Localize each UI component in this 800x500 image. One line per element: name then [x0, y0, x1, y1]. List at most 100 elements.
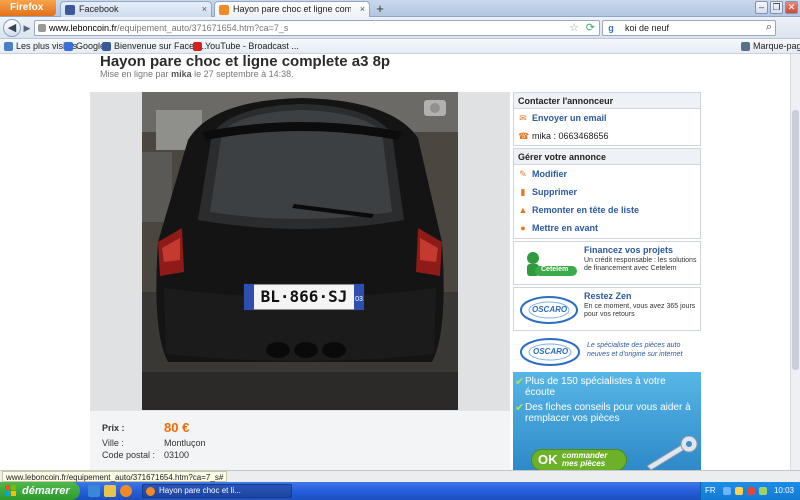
- google-icon: [64, 42, 73, 51]
- bookmark-facebook[interactable]: Bienvenue sur Faceb...: [102, 39, 207, 53]
- oscaro-banner[interactable]: OSCARO Le spécialiste des pièces auto ne…: [513, 334, 701, 370]
- bookmark-label: Marque-pages: [753, 41, 800, 51]
- send-email-link[interactable]: ✉ Envoyer un email: [514, 109, 700, 127]
- edit-ad-label: Modifier: [532, 169, 567, 179]
- url-path: /equipement_auto/371671654.htm?ca=7_s: [117, 23, 289, 33]
- tray-app-icon[interactable]: [759, 487, 767, 495]
- google-icon: g: [606, 23, 616, 33]
- new-tab-button[interactable]: +: [372, 2, 388, 16]
- leboncoin-icon: [219, 5, 229, 15]
- status-bar: www.leboncoin.fr/equipement_auto/3716716…: [0, 470, 800, 482]
- oscaro-logo-text: OSCARO: [532, 305, 568, 314]
- minimize-button[interactable]: –: [755, 1, 768, 14]
- windows-flag-icon: [5, 485, 16, 496]
- search-input[interactable]: g koi de neuf: [602, 20, 776, 36]
- url-domain: www.leboncoin.fr: [49, 23, 118, 33]
- price-label: Prix :: [102, 423, 125, 433]
- status-url: www.leboncoin.fr/equipement_auto/3716716…: [2, 471, 228, 482]
- manage-box: Gérer votre annonce ✎ Modifier ▮ Supprim…: [513, 148, 701, 239]
- promo-oscaro-zen[interactable]: OSCARO Restez Zen En ce moment, vous ave…: [513, 287, 701, 331]
- oscaro-tagline: Le spécialiste des pièces auto neuves et…: [587, 342, 683, 358]
- phone-number: mika : 0663468656: [532, 131, 609, 141]
- bookmarks-bar: Les plus visités Google Bienvenue sur Fa…: [0, 39, 800, 54]
- back-button[interactable]: ◀: [3, 19, 21, 37]
- delete-ad-link[interactable]: ▮ Supprimer: [514, 183, 700, 201]
- search-icon[interactable]: ⌕: [762, 21, 776, 35]
- tab-label: Facebook: [79, 4, 119, 14]
- bump-ad-label: Remonter en tête de liste: [532, 205, 640, 215]
- cetelem-text: Un crédit responsable : les solutions de…: [584, 257, 697, 272]
- navigation-bar: ◀ ▶ www.leboncoin.fr/equipement_auto/371…: [0, 17, 800, 39]
- restore-button[interactable]: ❐: [770, 1, 783, 14]
- contact-box: Contacter l'annonceur ✉ Envoyer un email…: [513, 92, 701, 146]
- oscaro-logo: OSCARO: [519, 294, 579, 326]
- phone-icon: ☎: [518, 131, 530, 141]
- facebook-icon: [65, 5, 75, 15]
- firefox-icon[interactable]: [120, 485, 132, 497]
- start-button[interactable]: démarrer: [0, 482, 80, 500]
- promo-cetelem[interactable]: Cetelem Financez vos projets Un crédit r…: [513, 241, 701, 285]
- contact-header: Contacter l'annonceur: [514, 93, 700, 109]
- meta-date: le 27 septembre à 14:38.: [194, 69, 294, 79]
- city-label: Ville :: [102, 438, 124, 448]
- scrollbar-thumb[interactable]: [792, 110, 799, 370]
- vertical-scrollbar[interactable]: [790, 54, 800, 470]
- plate-department: 03: [355, 296, 363, 303]
- bookmarks-menu[interactable]: Marque-pages: [741, 39, 800, 53]
- pencil-icon: ✎: [519, 169, 527, 179]
- ok-label: OK: [538, 452, 558, 467]
- camera-icon: [428, 102, 444, 114]
- close-icon[interactable]: ×: [360, 2, 365, 16]
- license-plate: BL·866·SJ: [256, 285, 352, 309]
- page-content: Hayon pare choc et ligne complete a3 8p …: [0, 54, 790, 470]
- oscaro-zen-text: En ce moment, vous avez 365 jours pour v…: [584, 303, 696, 318]
- bump-ad-link[interactable]: ▲ Remonter en tête de liste: [514, 201, 700, 219]
- volume-icon[interactable]: [735, 487, 743, 495]
- edit-ad-link[interactable]: ✎ Modifier: [514, 165, 700, 183]
- tab-facebook[interactable]: Facebook ×: [60, 1, 212, 17]
- tab-leboncoin[interactable]: Hayon pare choc et ligne complete a3 8p …: [214, 1, 370, 17]
- cetelem-logo-text: Cetelem: [541, 266, 569, 273]
- send-email-label: Envoyer un email: [532, 113, 607, 123]
- facebook-icon: [102, 42, 111, 51]
- network-icon[interactable]: [723, 487, 731, 495]
- site-identity-icon: [38, 24, 46, 32]
- oscaro-ad[interactable]: ✔ Plus de 150 spécialistes à votre écout…: [513, 372, 701, 470]
- ad-photo[interactable]: BL·866·SJ 03: [142, 92, 458, 410]
- ad-meta: Mise en ligne par mika le 27 septembre à…: [100, 69, 294, 79]
- price-block: Prix : 80 € Ville : Montluçon Code posta…: [90, 410, 510, 470]
- language-indicator[interactable]: FR: [705, 482, 716, 500]
- bookmark-youtube[interactable]: YouTube - Broadcast ...: [193, 39, 299, 53]
- taskbar-window-label: Hayon pare choc et li...: [159, 486, 241, 495]
- ie-icon[interactable]: [88, 485, 100, 497]
- security-icon[interactable]: [747, 487, 755, 495]
- firefox-icon: [146, 487, 155, 496]
- clock: 10:03: [773, 486, 794, 495]
- taskbar-window-firefox[interactable]: Hayon pare choc et li...: [142, 484, 292, 498]
- reload-icon[interactable]: ⟳: [586, 21, 595, 35]
- order-parts-button[interactable]: OK commander mes pièces: [531, 449, 627, 470]
- cetelem-title: Financez vos projets: [584, 245, 674, 255]
- feature-ad-link[interactable]: ● Mettre en avant: [514, 219, 700, 237]
- address-bar[interactable]: www.leboncoin.fr/equipement_auto/3716716…: [34, 20, 600, 36]
- bookmark-label: Google: [76, 41, 106, 51]
- feature-ad-label: Mettre en avant: [532, 223, 599, 233]
- bookmark-star-icon[interactable]: ☆: [569, 21, 579, 35]
- oscaro-logo: OSCARO: [519, 336, 581, 368]
- firefox-menu-button[interactable]: Firefox: [0, 0, 56, 16]
- system-tray: FR 10:03: [700, 482, 800, 500]
- bookmark-google[interactable]: Google: [64, 39, 105, 53]
- start-label: démarrer: [22, 485, 70, 497]
- manage-header: Gérer votre annonce: [514, 149, 700, 165]
- wrench-icon: [646, 436, 698, 470]
- envelope-icon: ✉: [519, 113, 527, 123]
- close-icon[interactable]: ×: [202, 2, 207, 16]
- bookmarks-icon: [741, 42, 750, 51]
- meta-prefix: Mise en ligne par: [100, 69, 169, 79]
- folder-icon[interactable]: [104, 485, 116, 497]
- close-window-button[interactable]: ✕: [785, 1, 798, 14]
- check-icon: ✔: [515, 376, 525, 388]
- delete-ad-label: Supprimer: [532, 187, 578, 197]
- forward-button[interactable]: ▶: [21, 22, 33, 34]
- trash-icon: ▮: [520, 187, 526, 197]
